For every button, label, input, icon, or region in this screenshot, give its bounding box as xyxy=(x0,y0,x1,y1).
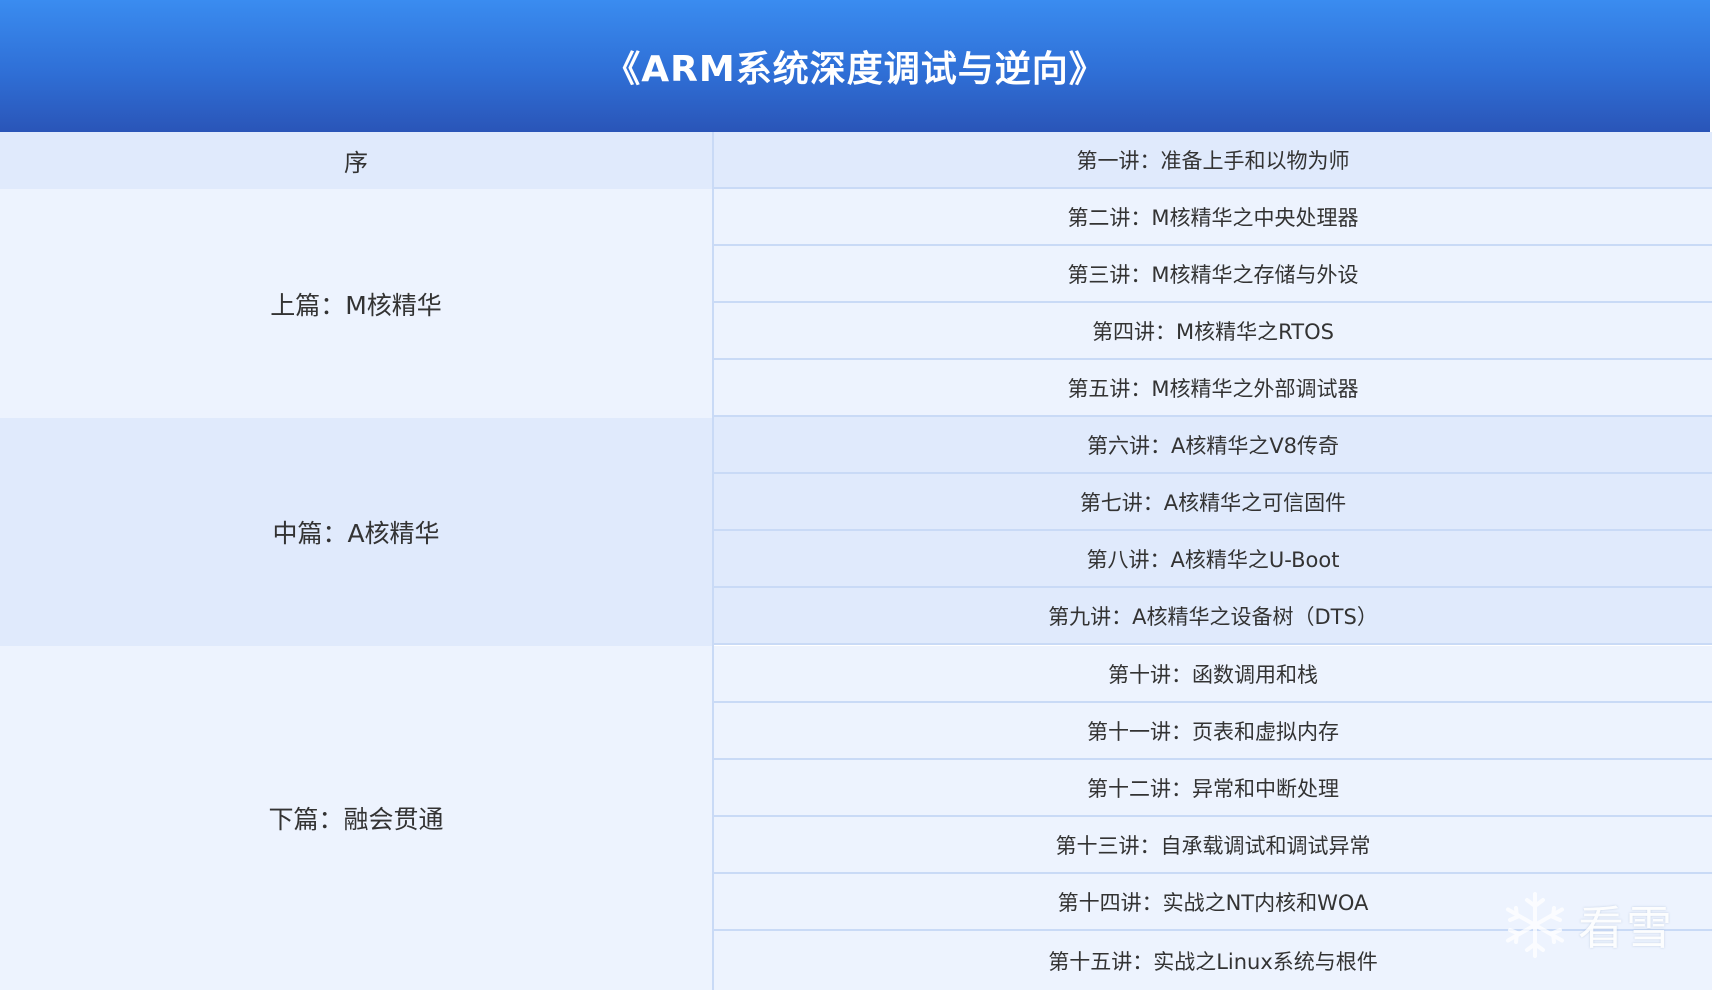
lecture-row-13: 第十三讲：自承载调试和调试异常 xyxy=(714,817,1712,874)
course-outline-table: 序 上篇：M核精华 中篇：A核精华 下篇：融会贯通 第一讲：准备上手和以物为师 … xyxy=(0,132,1712,990)
lecture-row-5: 第五讲：M核精华之外部调试器 xyxy=(714,360,1712,417)
section-part-1: 上篇：M核精华 xyxy=(0,189,712,418)
lecture-row-1: 第一讲：准备上手和以物为师 xyxy=(714,132,1712,189)
page-title: 《ARM系统深度调试与逆向》 xyxy=(604,49,1106,90)
section-part-3: 下篇：融会贯通 xyxy=(0,646,712,990)
page-header: 《ARM系统深度调试与逆向》 xyxy=(0,0,1710,132)
lecture-column: 第一讲：准备上手和以物为师 第二讲：M核精华之中央处理器 第三讲：M核精华之存储… xyxy=(714,132,1712,990)
lecture-row-8: 第八讲：A核精华之U-Boot xyxy=(714,531,1712,588)
lecture-row-11: 第十一讲：页表和虚拟内存 xyxy=(714,703,1712,760)
lecture-row-7: 第七讲：A核精华之可信固件 xyxy=(714,474,1712,531)
watermark-text: 看雪 xyxy=(1578,901,1674,955)
lecture-row-10: 第十讲：函数调用和栈 xyxy=(714,646,1712,703)
section-part-2: 中篇：A核精华 xyxy=(0,418,712,646)
section-preface: 序 xyxy=(0,132,712,189)
lecture-row-2: 第二讲：M核精华之中央处理器 xyxy=(714,189,1712,246)
snowflake-icon xyxy=(1506,892,1564,958)
lecture-row-4: 第四讲：M核精华之RTOS xyxy=(714,303,1712,360)
lecture-row-6: 第六讲：A核精华之V8传奇 xyxy=(714,417,1712,474)
lecture-row-3: 第三讲：M核精华之存储与外设 xyxy=(714,246,1712,303)
watermark-logo: 看雪 xyxy=(1500,890,1674,960)
lecture-row-9: 第九讲：A核精华之设备树（DTS） xyxy=(714,588,1712,645)
section-column: 序 上篇：M核精华 中篇：A核精华 下篇：融会贯通 xyxy=(0,132,712,990)
lecture-row-12: 第十二讲：异常和中断处理 xyxy=(714,760,1712,817)
